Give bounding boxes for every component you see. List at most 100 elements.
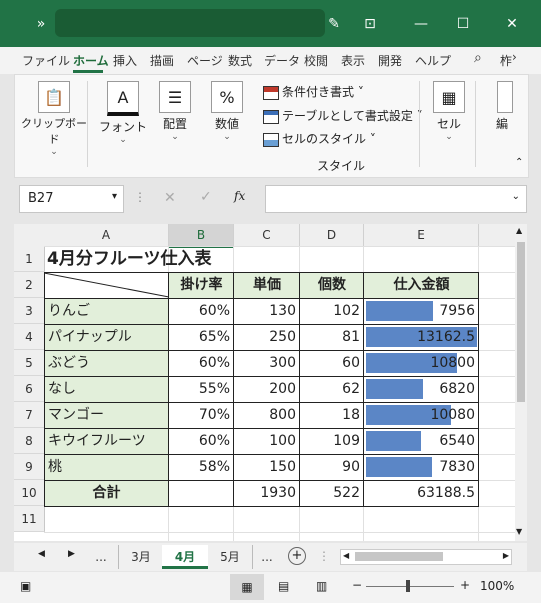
sheet-tab-more-right[interactable]: ...: [256, 545, 278, 569]
item-rate[interactable]: 58%: [169, 454, 234, 480]
select-all-corner[interactable]: [14, 224, 45, 247]
number-group[interactable]: % 数値 ⌄: [203, 75, 251, 175]
item-amount[interactable]: 7830: [364, 454, 479, 480]
row-header-3[interactable]: 3: [14, 298, 45, 324]
horizontal-scroll-thumb[interactable]: [355, 552, 443, 561]
editing-group[interactable]: 編: [487, 75, 517, 175]
zoom-slider-thumb[interactable]: [406, 580, 410, 592]
item-name[interactable]: なし: [44, 376, 169, 402]
item-qty[interactable]: 81: [300, 324, 364, 350]
total-price[interactable]: 1930: [234, 480, 300, 506]
dots-icon[interactable]: ⋮: [134, 190, 146, 204]
minimize-button[interactable]: —: [404, 0, 438, 47]
tab-file[interactable]: ファイル: [22, 52, 70, 69]
vertical-scrollbar[interactable]: ▲ ▼: [515, 224, 527, 541]
column-header-d[interactable]: D: [300, 224, 364, 247]
item-name[interactable]: 桃: [44, 454, 169, 480]
formula-input[interactable]: ⌄: [265, 185, 527, 213]
enter-icon[interactable]: ✓: [200, 189, 212, 205]
item-rate[interactable]: 55%: [169, 376, 234, 402]
scroll-up-icon[interactable]: ▲: [516, 226, 522, 235]
item-price[interactable]: 250: [234, 324, 300, 350]
search-icon[interactable]: ⌕: [474, 50, 482, 66]
item-amount[interactable]: 6820: [364, 376, 479, 402]
zoom-in-button[interactable]: +: [460, 578, 470, 592]
column-header-e[interactable]: E: [364, 224, 479, 247]
item-amount[interactable]: 10800: [364, 350, 479, 376]
column-title-4[interactable]: 仕入金額: [364, 272, 479, 298]
item-price[interactable]: 300: [234, 350, 300, 376]
zoom-level[interactable]: 100%: [480, 579, 514, 593]
prev-sheet-icon[interactable]: ◀: [38, 549, 45, 559]
close-button[interactable]: ✕: [492, 0, 532, 47]
item-rate[interactable]: 60%: [169, 298, 234, 324]
item-qty[interactable]: 90: [300, 454, 364, 480]
scroll-left-icon[interactable]: ◀: [343, 551, 349, 560]
item-amount[interactable]: 10080: [364, 402, 479, 428]
item-name[interactable]: ぶどう: [44, 350, 169, 376]
font-group[interactable]: A フォント ⌄: [99, 75, 147, 175]
collapse-ribbon-icon[interactable]: ⌃: [515, 157, 523, 168]
total-label[interactable]: 合計: [44, 480, 169, 506]
item-name[interactable]: キウイフルーツ: [44, 428, 169, 454]
row-header-6[interactable]: 6: [14, 376, 45, 402]
item-rate[interactable]: 60%: [169, 428, 234, 454]
row-header-1[interactable]: 1: [14, 246, 45, 272]
alignment-group[interactable]: ☰ 配置 ⌄: [151, 75, 199, 175]
item-rate[interactable]: 70%: [169, 402, 234, 428]
tab-draw[interactable]: 描画: [150, 52, 174, 69]
normal-view-button[interactable]: ▦: [230, 574, 264, 600]
scroll-down-icon[interactable]: ▼: [516, 527, 522, 536]
total-rate[interactable]: [169, 480, 234, 506]
format-as-table-button[interactable]: テーブルとして書式設定 ˅: [263, 107, 423, 124]
scroll-right-icon[interactable]: ▶: [503, 551, 509, 560]
insert-function-icon[interactable]: fx: [234, 189, 245, 203]
zoom-slider[interactable]: [366, 580, 454, 592]
tab-split-handle[interactable]: ⋮: [318, 549, 330, 563]
tab-home[interactable]: ホーム: [73, 52, 109, 69]
row-header-2[interactable]: 2: [14, 272, 45, 298]
page-layout-view-button[interactable]: ▤: [278, 579, 289, 593]
tab-page[interactable]: ページ: [187, 52, 223, 69]
pen-icon[interactable]: ✎: [322, 0, 346, 47]
item-name[interactable]: マンゴー: [44, 402, 169, 428]
item-name[interactable]: りんご: [44, 298, 169, 324]
scroll-thumb[interactable]: [517, 242, 525, 402]
row-header-8[interactable]: 8: [14, 428, 45, 454]
item-price[interactable]: 800: [234, 402, 300, 428]
expand-formula-icon[interactable]: ⌄: [512, 191, 520, 202]
tab-help[interactable]: ヘルプ: [415, 52, 451, 69]
zoom-out-button[interactable]: −: [352, 578, 362, 592]
item-price[interactable]: 130: [234, 298, 300, 324]
total-amount[interactable]: 63188.5: [364, 480, 479, 506]
row-header-7[interactable]: 7: [14, 402, 45, 428]
sheet-title[interactable]: 4月分フルーツ仕入表: [47, 246, 347, 272]
ribbon-display-icon[interactable]: ⊡: [358, 0, 382, 47]
sheet-tab-march[interactable]: 3月: [118, 545, 163, 569]
row-header-11[interactable]: 11: [14, 506, 45, 532]
item-amount[interactable]: 7956: [364, 298, 479, 324]
item-price[interactable]: 200: [234, 376, 300, 402]
column-title-3[interactable]: 個数: [300, 272, 364, 298]
item-amount[interactable]: 13162.5: [364, 324, 479, 350]
row-header-5[interactable]: 5: [14, 350, 45, 376]
horizontal-scrollbar[interactable]: ◀ ▶: [340, 549, 512, 565]
maximize-button[interactable]: ☐: [446, 0, 480, 47]
cells-group[interactable]: ▦ セル ⌄: [429, 75, 469, 175]
column-title-2[interactable]: 単価: [234, 272, 300, 298]
tab-formulas[interactable]: 数式: [228, 52, 252, 69]
chevron-down-icon[interactable]: ▾: [112, 191, 117, 202]
sheet-tab-may[interactable]: 5月: [208, 545, 253, 569]
macro-record-icon[interactable]: ▣: [20, 579, 31, 593]
item-rate[interactable]: 65%: [169, 324, 234, 350]
conditional-formatting-button[interactable]: 条件付き書式 ˅: [263, 83, 364, 100]
row-header-10[interactable]: 10: [14, 480, 45, 506]
item-name[interactable]: パイナップル: [44, 324, 169, 350]
cancel-icon[interactable]: ✕: [164, 190, 176, 206]
item-qty[interactable]: 102: [300, 298, 364, 324]
tab-view[interactable]: 表示: [341, 52, 365, 69]
page-break-view-button[interactable]: ▥: [316, 579, 327, 593]
item-qty[interactable]: 62: [300, 376, 364, 402]
tab-developer[interactable]: 開発: [378, 52, 402, 69]
sheet-tab-more-left[interactable]: ...: [90, 545, 112, 569]
